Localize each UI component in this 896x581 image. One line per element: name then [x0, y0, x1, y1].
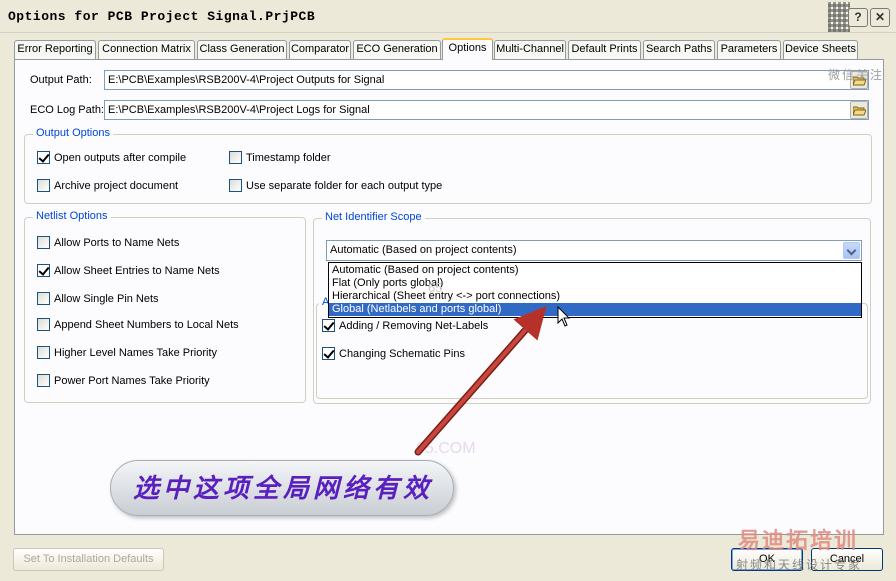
- changing-pins-option[interactable]: Changing Schematic Pins: [322, 347, 465, 360]
- tab-parameters[interactable]: Parameters: [717, 40, 781, 59]
- tab-device-sheets[interactable]: Device Sheets: [783, 40, 858, 59]
- chevron-down-icon[interactable]: [843, 242, 860, 259]
- separate-folder-label: Use separate folder for each output type: [246, 179, 443, 192]
- higher-level-names-checkbox[interactable]: [37, 346, 50, 359]
- archive-document-option[interactable]: Archive project document: [37, 179, 178, 192]
- annotation-callout: 选中这项全局网络有效: [110, 460, 454, 516]
- changing-pins-label: Changing Schematic Pins: [339, 347, 465, 360]
- dropdown-option-automatic[interactable]: Automatic (Based on project contents): [329, 264, 861, 277]
- tab-connection-matrix[interactable]: Connection Matrix: [98, 40, 195, 59]
- net-identifier-scope-value: Automatic (Based on project contents): [330, 244, 517, 256]
- tab-search-paths[interactable]: Search Paths: [643, 40, 715, 59]
- append-sheet-numbers-checkbox[interactable]: [37, 318, 50, 331]
- tab-error-reporting[interactable]: Error Reporting: [14, 40, 96, 59]
- watermark-side-text: 微信关注: [828, 68, 885, 82]
- separate-folder-checkbox[interactable]: [229, 179, 242, 192]
- folder-open-icon: [853, 106, 866, 116]
- net-identifier-scope-dropdown: Automatic (Based on project contents) Fl…: [328, 262, 862, 318]
- title-bar: Options for PCB Project Signal.PrjPCB ? …: [0, 0, 896, 33]
- output-options-group: Output Options: [24, 127, 872, 204]
- close-button[interactable]: ✕: [870, 8, 890, 27]
- tab-strip: Error Reporting Connection Matrix Class …: [14, 38, 890, 60]
- brand-watermark-subtitle: 射频和天线设计专家: [736, 558, 863, 572]
- tab-comparator[interactable]: Comparator: [289, 40, 351, 59]
- separate-folder-option[interactable]: Use separate folder for each output type: [229, 179, 442, 192]
- tab-eco-generation[interactable]: ECO Generation: [353, 40, 441, 59]
- brand-watermark: 易迪拓培训: [738, 528, 859, 553]
- netlist-options-legend: Netlist Options: [33, 210, 111, 222]
- archive-document-label: Archive project document: [54, 179, 179, 192]
- timestamp-folder-label: Timestamp folder: [246, 151, 331, 164]
- net-identifier-scope-select[interactable]: Automatic (Based on project contents): [326, 240, 862, 261]
- set-defaults-button[interactable]: Set To Installation Defaults: [13, 548, 164, 571]
- netlist-option[interactable]: Higher Level Names Take Priority: [37, 346, 217, 359]
- open-outputs-label: Open outputs after compile: [54, 151, 187, 164]
- netlist-option[interactable]: Allow Sheet Entries to Name Nets: [37, 264, 220, 277]
- append-sheet-numbers-label: Append Sheet Numbers to Local Nets: [54, 318, 239, 331]
- netlist-option[interactable]: Allow Single Pin Nets: [37, 292, 159, 305]
- netlist-option[interactable]: Append Sheet Numbers to Local Nets: [37, 318, 239, 331]
- annotation-callout-text: 选中这项全局网络有效: [132, 474, 433, 504]
- archive-document-checkbox[interactable]: [37, 179, 50, 192]
- adding-removing-label: Adding / Removing Net-Labels: [339, 319, 489, 332]
- higher-level-names-label: Higher Level Names Take Priority: [54, 346, 218, 359]
- dropdown-option-global[interactable]: Global (Netlabels and ports global): [329, 303, 861, 316]
- watermark-text-mid: 65.COM: [416, 440, 476, 457]
- window-title: Options for PCB Project Signal.PrjPCB: [8, 9, 316, 24]
- help-button[interactable]: ?: [848, 8, 868, 27]
- tab-class-generation[interactable]: Class Generation: [197, 40, 287, 59]
- timestamp-folder-checkbox[interactable]: [229, 151, 242, 164]
- eco-log-path-label: ECO Log Path:: [30, 104, 104, 116]
- timestamp-folder-option[interactable]: Timestamp folder: [229, 151, 331, 164]
- adding-removing-checkbox[interactable]: [322, 319, 335, 332]
- eco-log-path-browse-button[interactable]: [850, 101, 868, 119]
- open-outputs-option[interactable]: Open outputs after compile: [37, 151, 186, 164]
- net-identifier-scope-legend: Net Identifier Scope: [322, 211, 425, 223]
- output-path-field[interactable]: E:\PCB\Examples\RSB200V-4\Project Output…: [104, 70, 869, 90]
- allow-sheet-entries-label: Allow Sheet Entries to Name Nets: [54, 264, 220, 277]
- tab-multi-channel[interactable]: Multi-Channel: [494, 40, 566, 59]
- allow-ports-checkbox[interactable]: [37, 236, 50, 249]
- mouse-cursor-icon: [557, 306, 571, 327]
- tab-default-prints[interactable]: Default Prints: [568, 40, 641, 59]
- adding-removing-option[interactable]: Adding / Removing Net-Labels: [322, 319, 488, 332]
- netlist-option[interactable]: Allow Ports to Name Nets: [37, 236, 179, 249]
- qr-code-watermark: [828, 2, 850, 32]
- power-port-names-label: Power Port Names Take Priority: [54, 374, 210, 387]
- output-options-legend: Output Options: [33, 127, 113, 139]
- changing-pins-checkbox[interactable]: [322, 347, 335, 360]
- allow-single-pin-checkbox[interactable]: [37, 292, 50, 305]
- open-outputs-checkbox[interactable]: [37, 151, 50, 164]
- allow-single-pin-label: Allow Single Pin Nets: [54, 292, 159, 305]
- tab-options[interactable]: Options: [442, 38, 493, 60]
- dropdown-option-flat[interactable]: Flat (Only ports global): [329, 277, 861, 290]
- watermark-text: 65: [428, 280, 443, 295]
- dropdown-option-hierarchical[interactable]: Hierarchical (Sheet entry <-> port conne…: [329, 290, 861, 303]
- allow-sheet-entries-checkbox[interactable]: [37, 264, 50, 277]
- power-port-names-checkbox[interactable]: [37, 374, 50, 387]
- netlist-option[interactable]: Power Port Names Take Priority: [37, 374, 210, 387]
- output-path-label: Output Path:: [30, 74, 92, 86]
- eco-log-path-field[interactable]: E:\PCB\Examples\RSB200V-4\Project Logs f…: [104, 100, 869, 120]
- allow-ports-label: Allow Ports to Name Nets: [54, 236, 180, 249]
